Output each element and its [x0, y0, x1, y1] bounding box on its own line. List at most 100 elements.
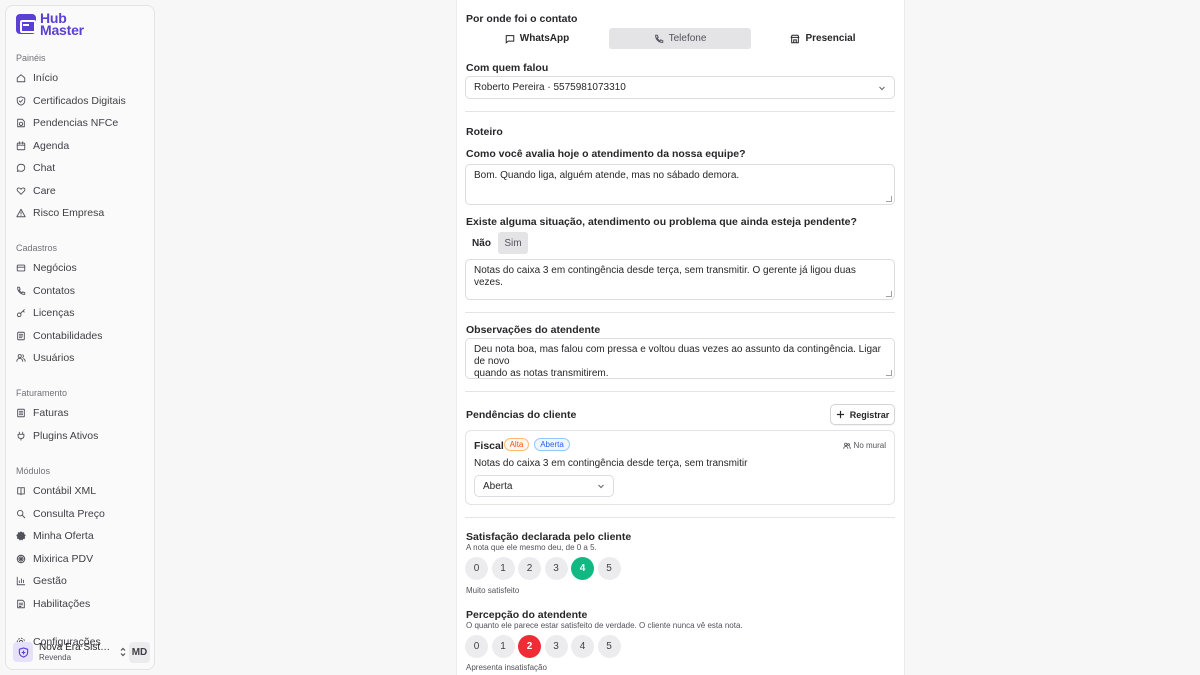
logo-text-line2: Master — [40, 22, 84, 38]
question-1-label: Como você avalia hoje o atendimento da n… — [466, 148, 746, 160]
perception-subtitle: O quanto ele parece estar satisfeito de … — [466, 621, 743, 630]
sidebar-item-contabil-xml[interactable]: Contábil XML — [12, 481, 150, 501]
nav-group-title: Painéis — [16, 53, 46, 63]
channel-option-telefone[interactable]: Telefone — [609, 28, 751, 49]
perception-caption: Apresenta insatisfação — [466, 663, 547, 672]
org-avatar — [13, 642, 33, 662]
rating-option[interactable]: 0 — [465, 635, 488, 658]
rating-option[interactable]: 2 — [518, 557, 541, 580]
register-button-label: Registrar — [849, 409, 890, 420]
sidebar-item-label: Plugins Ativos — [33, 429, 99, 442]
satisfaction-subtitle: A nota que ele mesmo deu, de 0 a 5. — [466, 543, 597, 552]
citrus-icon — [16, 554, 26, 564]
warning-icon — [16, 208, 26, 218]
contact-person-select[interactable]: Roberto Pereira · 5575981073310 — [465, 76, 895, 99]
rating-option[interactable]: 4 — [571, 635, 594, 658]
rating-option[interactable]: 4 — [571, 557, 594, 580]
users-icon — [842, 442, 851, 449]
sidebar: Hub Master Painéis Início Certificados Dig… — [5, 5, 155, 670]
sidebar-item-label: Contabilidades — [33, 329, 103, 342]
sidebar-item-consulta-preco[interactable]: Consulta Preço — [12, 504, 150, 524]
question-2-answer-text: Notas do caixa 3 em contingência desde t… — [474, 265, 856, 288]
section-divider — [465, 517, 895, 518]
sidebar-item-label: Faturas — [33, 407, 69, 419]
perception-title: Percepção do atendente — [466, 609, 588, 621]
pending-option-label: Sim — [504, 237, 522, 249]
ledger-icon — [16, 331, 26, 341]
sidebar-item-risco-empresa[interactable]: Risco Empresa — [12, 203, 150, 223]
users-icon — [16, 353, 26, 363]
sidebar-item-label: Contatos — [33, 284, 76, 297]
sidebar-item-label: Certificados Digitais — [33, 94, 126, 107]
sidebar-item-care[interactable]: Care — [12, 181, 150, 201]
sidebar-item-label: Negócios — [33, 262, 77, 274]
chevron-down-icon — [879, 86, 885, 90]
contact-person-label: Com quem falou — [466, 62, 549, 74]
sidebar-item-agenda[interactable]: Agenda — [12, 136, 150, 156]
channel-option-whatsapp[interactable]: WhatsApp — [466, 28, 608, 49]
sidebar-item-minha-oferta[interactable]: Minha Oferta — [12, 526, 150, 546]
channel-option-presencial[interactable]: Presencial — [752, 28, 894, 49]
satisfaction-title: Satisfação declarada pelo cliente — [466, 531, 632, 543]
sidebar-item-licencas[interactable]: Licenças — [12, 303, 150, 323]
rating-option[interactable]: 5 — [597, 635, 621, 658]
channel-option-label: WhatsApp — [519, 33, 570, 44]
nav-group-title: Cadastros — [16, 243, 58, 253]
section-divider — [465, 391, 895, 392]
sidebar-item-chat[interactable]: Chat — [12, 158, 150, 178]
question-1-answer-textarea[interactable]: Bom. Quando liga, alguém atende, mas no … — [465, 164, 895, 205]
sidebar-item-label: Mixirica PDV — [33, 552, 94, 565]
contact-channel-label: Por onde foi o contato — [466, 13, 578, 25]
phone-icon — [654, 34, 663, 43]
message-square-icon — [505, 34, 515, 44]
sidebar-item-label: Início — [33, 72, 59, 84]
observations-line-1: Deu nota boa, mas falou com pressa e vol… — [474, 344, 881, 367]
rating-option[interactable]: 2 — [518, 635, 541, 658]
pendencias-title: Pendências do cliente — [466, 409, 577, 421]
chevron-down-icon — [598, 484, 604, 489]
shield-check-icon — [16, 95, 26, 106]
calendar-icon — [16, 140, 26, 151]
rating-option[interactable]: 5 — [597, 557, 621, 580]
nav-group-title: Faturamento — [16, 388, 68, 398]
user-avatar[interactable]: MD — [129, 642, 150, 663]
question-2-answer-textarea[interactable]: Notas do caixa 3 em contingência desde t… — [465, 259, 895, 300]
sidebar-item-contatos[interactable]: Contatos — [12, 281, 150, 301]
pending-option-sim[interactable]: Sim — [498, 232, 528, 254]
rating-option[interactable]: 3 — [544, 557, 568, 580]
sidebar-item-plugins-ativos[interactable]: Plugins Ativos — [12, 426, 150, 446]
key-icon — [16, 308, 26, 318]
org-switcher[interactable]: Nova Era Sistemas Revenda — [11, 638, 129, 666]
question-2-label: Existe alguma situação, atendimento ou p… — [466, 216, 857, 228]
sidebar-item-pendencias-nfce[interactable]: Pendencias NFCe — [12, 113, 150, 133]
sidebar-item-mixirica-pdv[interactable]: Mixirica PDV — [12, 549, 150, 569]
sidebar-item-faturas[interactable]: Faturas — [12, 403, 150, 423]
sidebar-item-inicio[interactable]: Início — [12, 68, 150, 88]
sidebar-item-contabilidades[interactable]: Contabilidades — [12, 326, 150, 346]
sidebar-item-negocios[interactable]: Negócios — [12, 258, 150, 278]
rating-option[interactable]: 3 — [544, 635, 568, 658]
observations-textarea[interactable]: Deu nota boa, mas falou com pressa e vol… — [465, 338, 895, 379]
app-logo[interactable]: Hub Master — [16, 11, 84, 38]
badge-icon — [16, 531, 26, 541]
sidebar-item-label: Licenças — [33, 307, 75, 319]
pending-option-nao[interactable]: Não — [466, 232, 497, 254]
register-pendencia-button[interactable]: Registrar — [830, 404, 895, 425]
pendencia-category: Fiscal — [474, 440, 504, 452]
sidebar-item-usuarios[interactable]: Usuários — [12, 348, 150, 368]
question-1-answer-text: Bom. Quando liga, alguém atende, mas no … — [474, 170, 740, 181]
sidebar-item-label: Agenda — [33, 139, 70, 152]
nav-group-title: Módulos — [16, 466, 51, 476]
sidebar-item-label: Chat — [33, 162, 56, 174]
pendencia-status-select[interactable]: Aberta — [474, 475, 614, 497]
rating-option[interactable]: 1 — [491, 557, 515, 580]
sidebar-item-certificados-digitais[interactable]: Certificados Digitais — [12, 91, 150, 111]
sidebar-item-gestao[interactable]: Gestão — [12, 571, 150, 591]
rating-option[interactable]: 0 — [465, 557, 488, 580]
bar-chart-icon — [16, 576, 26, 586]
rating-option[interactable]: 1 — [491, 635, 515, 658]
contact-person-value: Roberto Pereira · 5575981073310 — [474, 82, 626, 93]
home-icon — [16, 73, 26, 83]
sidebar-item-habilitacoes[interactable]: Habilitações — [12, 594, 150, 614]
sidebar-item-label: Pendencias NFCe — [33, 117, 119, 129]
